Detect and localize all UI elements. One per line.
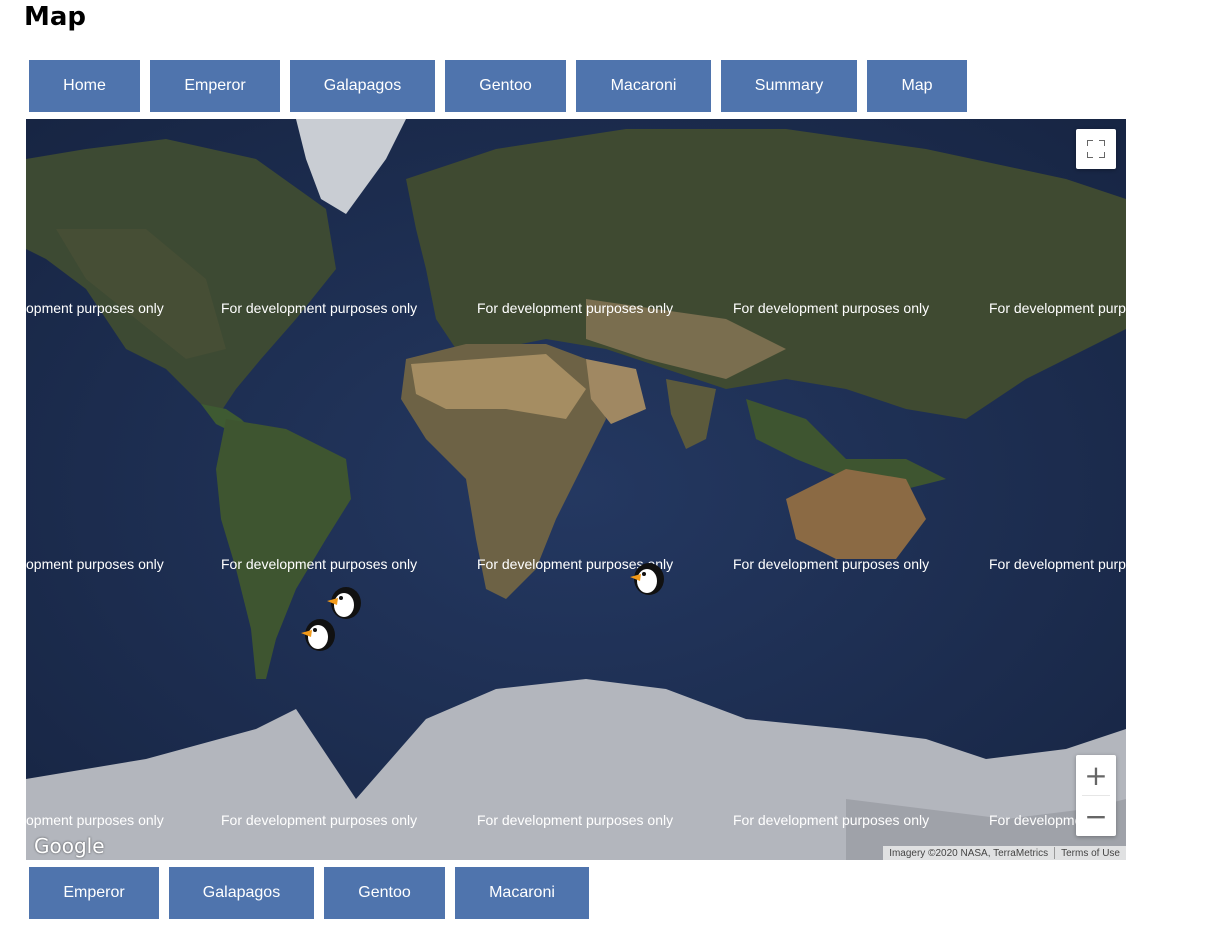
watermark-text: For development purposes only	[477, 812, 674, 828]
penguin-icon[interactable]	[324, 585, 362, 621]
world-map[interactable]: opment purposes only For development pur…	[26, 119, 1126, 860]
nav-galapagos-button[interactable]: Galapagos	[290, 60, 435, 112]
nav-macaroni-button[interactable]: Macaroni	[576, 60, 711, 112]
watermark-text: opment purposes only	[26, 812, 164, 828]
watermark-text: For development purp	[989, 556, 1126, 572]
map-attribution: Imagery ©2020 NASA, TerraMetrics Terms o…	[883, 846, 1126, 860]
nav-summary-button[interactable]: Summary	[721, 60, 857, 112]
penguin-icon[interactable]	[298, 617, 336, 653]
zoom-control: + −	[1076, 755, 1116, 836]
satellite-imagery	[26, 119, 1126, 860]
nav-gentoo-button[interactable]: Gentoo	[445, 60, 566, 112]
watermark-text: For development purposes only	[733, 812, 930, 828]
terms-of-use-link[interactable]: Terms of Use	[1055, 848, 1126, 859]
imagery-credit: Imagery ©2020 NASA, TerraMetrics	[889, 847, 1049, 859]
bottom-galapagos-button[interactable]: Galapagos	[169, 867, 314, 919]
watermark-text: opment purposes only	[26, 556, 164, 572]
zoom-out-button[interactable]: −	[1076, 796, 1116, 836]
bottom-gentoo-button[interactable]: Gentoo	[324, 867, 445, 919]
fullscreen-button[interactable]	[1076, 129, 1116, 169]
watermark-text: For development purposes only	[477, 300, 674, 316]
watermark-text: For development purposes only	[221, 556, 418, 572]
zoom-in-button[interactable]: +	[1076, 755, 1116, 795]
penguin-icon[interactable]	[627, 561, 665, 597]
watermark-text: opment purposes only	[26, 300, 164, 316]
watermark-text: For development purp	[989, 300, 1126, 316]
google-logo[interactable]: Google	[34, 834, 105, 858]
nav-home-button[interactable]: Home	[29, 60, 140, 112]
bottom-macaroni-button[interactable]: Macaroni	[455, 867, 589, 919]
watermark-text: For development purposes only	[733, 556, 930, 572]
nav-emperor-button[interactable]: Emperor	[150, 60, 280, 112]
bottom-emperor-button[interactable]: Emperor	[29, 867, 159, 919]
fullscreen-icon	[1087, 140, 1105, 158]
watermark-text: For developme	[989, 812, 1083, 828]
watermark-text: For development purposes only	[221, 812, 418, 828]
watermark-text: For development purposes only	[733, 300, 930, 316]
watermark-text: For development purposes only	[221, 300, 418, 316]
page-title: Map	[24, 2, 87, 32]
nav-map-button[interactable]: Map	[867, 60, 967, 112]
